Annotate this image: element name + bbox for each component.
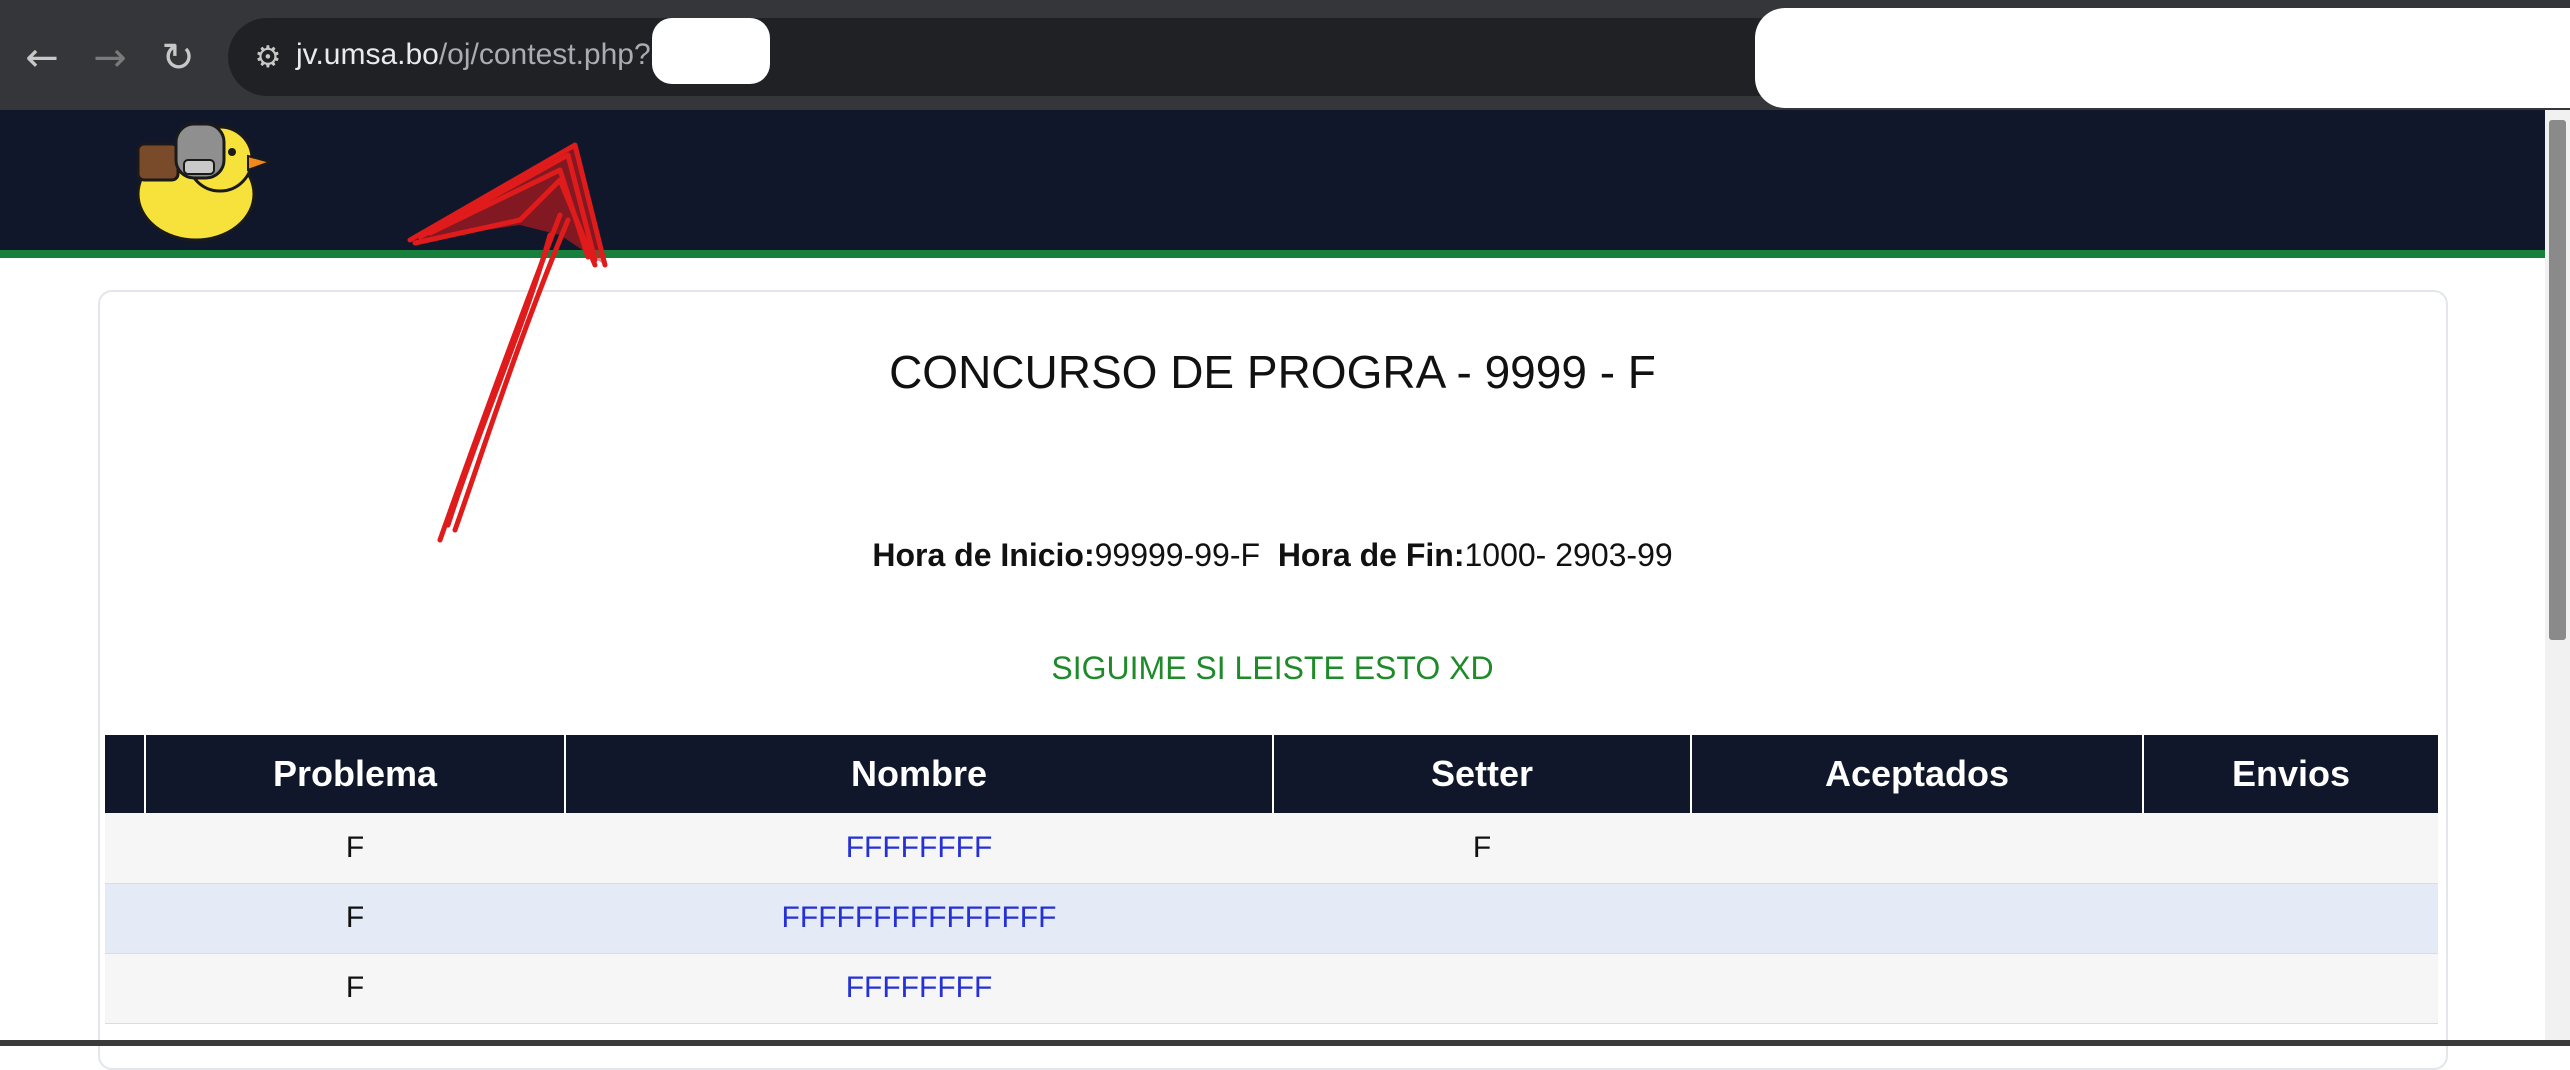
redaction-mark <box>1755 8 2570 108</box>
column-header-setter: Setter <box>1272 735 1691 813</box>
row-index-cell <box>105 883 145 954</box>
duck-logo-icon[interactable] <box>128 114 278 244</box>
problem-cell: F <box>145 883 565 954</box>
contest-times: Hora de Inicio:99999-99-F Hora de Fin:10… <box>0 537 2545 574</box>
accepted-cell <box>1691 813 2143 884</box>
browser-toolbar: ← → ↻ ⚙ jv.umsa.bo/oj/contest.php?cid= <box>0 0 2570 110</box>
window-bottom-edge <box>0 1040 2570 1046</box>
name-cell: FFFFFFFF <box>565 953 1273 1024</box>
url-text[interactable]: jv.umsa.bo/oj/contest.php?cid= <box>296 38 707 72</box>
header-stripe <box>0 250 2545 258</box>
column-header-name: Nombre <box>564 735 1273 813</box>
url-host: jv.umsa.bo <box>296 38 439 71</box>
problems-table: Problema Nombre Setter Aceptados Envios … <box>105 735 2438 1024</box>
end-time-value: 1000- 2903-99 <box>1464 537 1673 573</box>
forward-arrow-icon[interactable]: → <box>82 30 138 86</box>
accepted-cell <box>1691 953 2143 1024</box>
site-header <box>0 110 2545 250</box>
red-arrow-annotation-icon <box>407 142 608 543</box>
setter-cell: F <box>1273 813 1691 884</box>
problem-link[interactable]: FFFFFFFF <box>846 831 993 864</box>
start-time-label: Hora de Inicio: <box>872 537 1095 573</box>
setter-cell <box>1273 883 1691 954</box>
contest-notice: SIGUIME SI LEISTE ESTO XD <box>1051 650 1494 686</box>
site-info-icon[interactable]: ⚙ <box>246 35 290 79</box>
problem-cell: F <box>145 953 565 1024</box>
column-header-problem: Problema <box>144 735 565 813</box>
redaction-mark <box>652 18 770 84</box>
start-time-value: 99999-99-F <box>1094 537 1261 573</box>
problem-link[interactable]: FFFFFFFFFFFFFFF <box>782 901 1057 934</box>
table-row: F FFFFFFFF F <box>105 813 2438 884</box>
table-row: F FFFFFFFFFFFFFFF <box>105 883 2438 954</box>
setter-cell <box>1273 953 1691 1024</box>
scrollbar-thumb[interactable] <box>2549 120 2566 640</box>
column-header-blank <box>105 735 145 813</box>
table-header-row: Problema Nombre Setter Aceptados Envios <box>105 735 2438 813</box>
contest-title: CONCURSO DE PROGRA - 9999 - F <box>889 346 1656 398</box>
end-time-label: Hora de Fin: <box>1277 537 1465 573</box>
accepted-cell <box>1691 883 2143 954</box>
table-row: F FFFFFFFF <box>105 953 2438 1024</box>
name-cell: FFFFFFFFFFFFFFF <box>565 883 1273 954</box>
row-index-cell <box>105 953 145 1024</box>
problem-cell: F <box>145 813 565 884</box>
submissions-cell <box>2143 953 2438 1024</box>
submissions-cell <box>2143 883 2438 954</box>
column-header-accepted: Aceptados <box>1690 735 2143 813</box>
back-arrow-icon[interactable]: ← <box>14 30 70 86</box>
column-header-submissions: Envios <box>2142 735 2438 813</box>
submissions-cell <box>2143 813 2438 884</box>
problem-link[interactable]: FFFFFFFF <box>846 971 993 1004</box>
name-cell: FFFFFFFF <box>565 813 1273 884</box>
row-index-cell <box>105 813 145 884</box>
reload-icon[interactable]: ↻ <box>150 30 206 86</box>
